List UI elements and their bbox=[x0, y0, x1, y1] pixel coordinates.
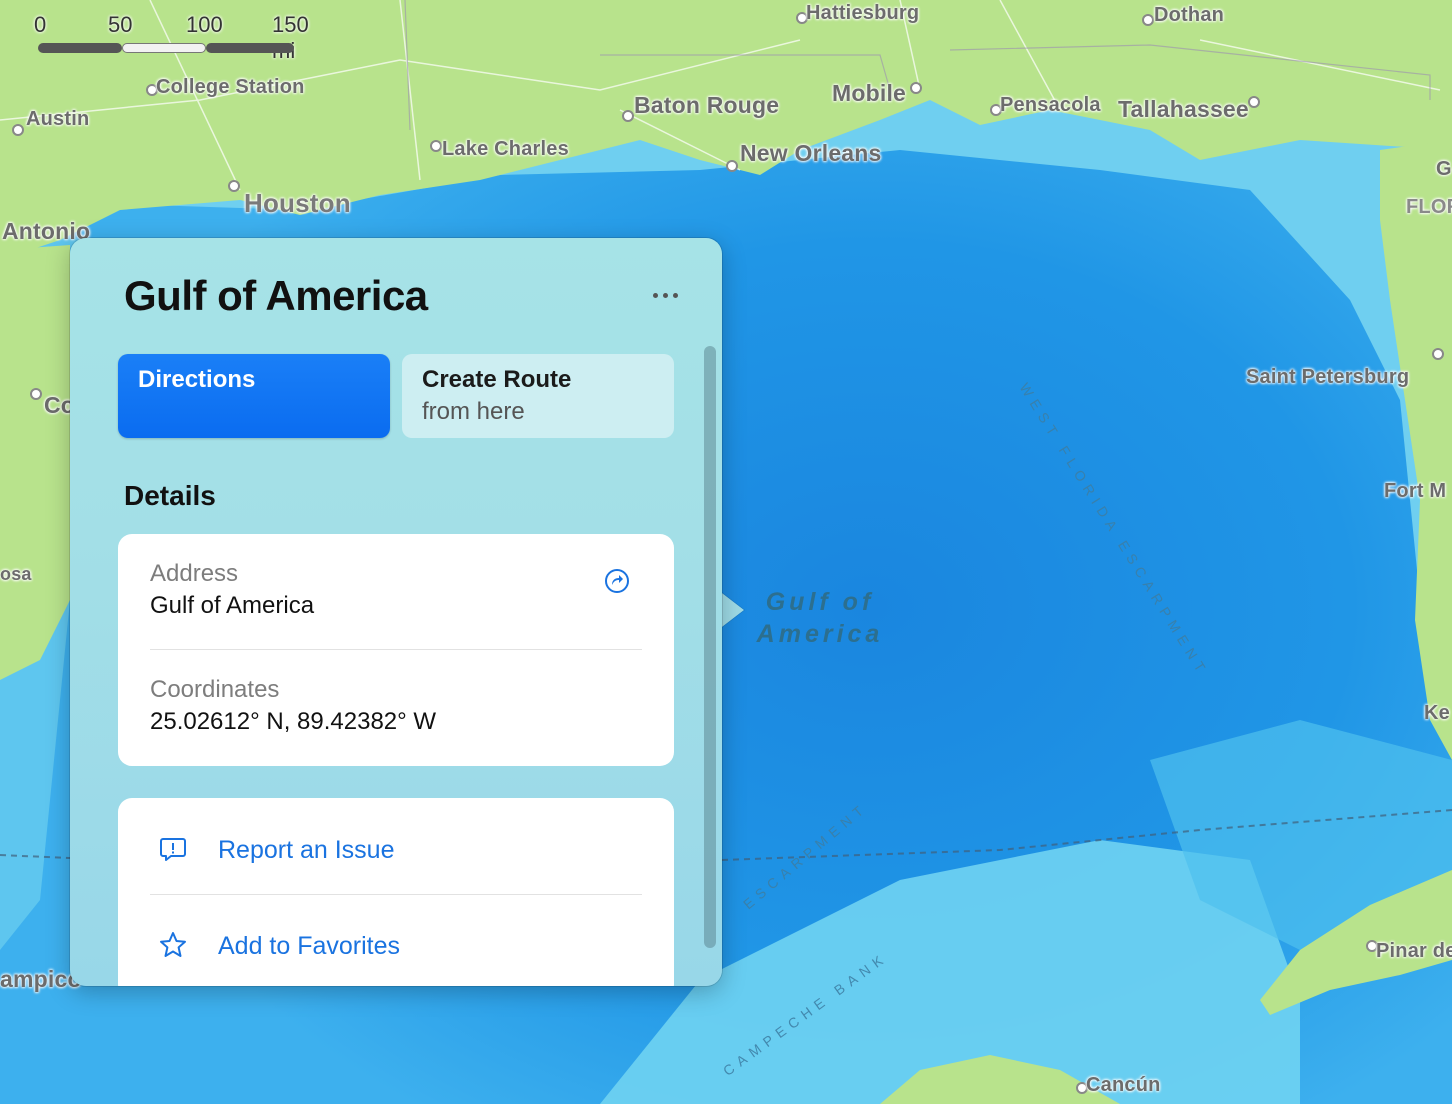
city-label[interactable]: College Station bbox=[156, 76, 305, 99]
popover-scrollbar[interactable] bbox=[704, 346, 716, 948]
details-heading: Details bbox=[124, 480, 216, 511]
place-title: Gulf of America bbox=[124, 272, 428, 319]
city-label[interactable]: FLOR bbox=[1406, 196, 1452, 219]
actions-card: Report an Issue Add to Favorites bbox=[118, 798, 674, 986]
city-marker bbox=[430, 140, 442, 152]
city-label[interactable]: Saint Petersburg bbox=[1246, 366, 1409, 389]
coordinates-key: Coordinates bbox=[150, 676, 280, 703]
city-label[interactable]: Pinar de bbox=[1376, 940, 1452, 963]
city-marker bbox=[1432, 348, 1444, 360]
city-marker bbox=[1142, 14, 1154, 26]
scale-segment bbox=[206, 43, 294, 53]
scale-bar: 0 50 100 150 mi bbox=[30, 10, 330, 63]
scale-label-0: 0 bbox=[34, 12, 47, 37]
ellipsis-icon bbox=[652, 292, 658, 298]
divider bbox=[150, 894, 642, 895]
city-marker bbox=[228, 180, 240, 192]
city-marker bbox=[30, 388, 42, 400]
address-value[interactable]: Gulf of America bbox=[150, 592, 314, 620]
city-label[interactable]: Baton Rouge bbox=[634, 92, 779, 119]
city-label[interactable]: G bbox=[1436, 158, 1452, 181]
directions-button[interactable]: Directions bbox=[118, 354, 390, 438]
scale-label-100: 100 bbox=[186, 12, 223, 37]
details-card: Address Gulf of America Coordinates 25.0… bbox=[118, 534, 674, 766]
city-marker bbox=[622, 110, 634, 122]
city-marker bbox=[1248, 96, 1260, 108]
city-label[interactable]: Cancún bbox=[1086, 1074, 1161, 1097]
city-label[interactable]: Houston bbox=[244, 188, 351, 219]
more-options-button[interactable] bbox=[644, 282, 686, 308]
water-label-line: Gulf of bbox=[765, 588, 875, 616]
city-label[interactable]: Lake Charles bbox=[442, 138, 569, 161]
directions-label: Directions bbox=[138, 366, 256, 393]
coordinates-value[interactable]: 25.02612° N, 89.42382° W bbox=[150, 708, 436, 736]
city-marker bbox=[726, 160, 738, 172]
water-label-line: America bbox=[756, 620, 884, 648]
share-address-icon[interactable] bbox=[604, 568, 630, 594]
city-marker bbox=[12, 124, 24, 136]
city-marker bbox=[910, 82, 922, 94]
scale-label-150: 150 mi bbox=[272, 12, 309, 63]
city-label[interactable]: Ke bbox=[1424, 702, 1450, 725]
divider bbox=[150, 649, 642, 650]
city-label[interactable]: Tallahassee bbox=[1118, 96, 1249, 123]
report-issue-label: Report an Issue bbox=[218, 836, 395, 864]
city-label[interactable]: Fort M bbox=[1384, 480, 1446, 503]
city-label[interactable]: Hattiesburg bbox=[806, 2, 919, 25]
create-route-sublabel: from here bbox=[422, 398, 525, 425]
add-favorites-label: Add to Favorites bbox=[218, 932, 401, 960]
scale-segment bbox=[38, 43, 122, 53]
city-label[interactable]: New Orleans bbox=[740, 140, 882, 167]
place-popover: Gulf of America Directions Create Route … bbox=[70, 238, 722, 986]
address-key: Address bbox=[150, 560, 239, 587]
add-favorites-row[interactable]: Add to Favorites bbox=[118, 898, 674, 986]
city-label[interactable]: Austin bbox=[26, 108, 89, 131]
ellipsis-icon bbox=[672, 292, 678, 298]
city-label[interactable]: osa bbox=[0, 564, 32, 585]
scale-segment bbox=[122, 43, 206, 53]
city-label[interactable]: Pensacola bbox=[1000, 94, 1101, 117]
report-issue-row[interactable]: Report an Issue bbox=[118, 802, 674, 892]
city-label[interactable]: Mobile bbox=[832, 80, 906, 107]
scale-label-50: 50 bbox=[108, 12, 133, 37]
star-icon bbox=[160, 932, 186, 957]
report-issue-icon bbox=[160, 838, 186, 861]
city-label[interactable]: Dothan bbox=[1154, 4, 1224, 27]
create-route-button[interactable]: Create Route from here bbox=[402, 354, 674, 438]
create-route-label: Create Route bbox=[422, 366, 572, 393]
water-body-label[interactable]: Gulf of America bbox=[740, 586, 900, 650]
ellipsis-icon bbox=[662, 292, 668, 298]
